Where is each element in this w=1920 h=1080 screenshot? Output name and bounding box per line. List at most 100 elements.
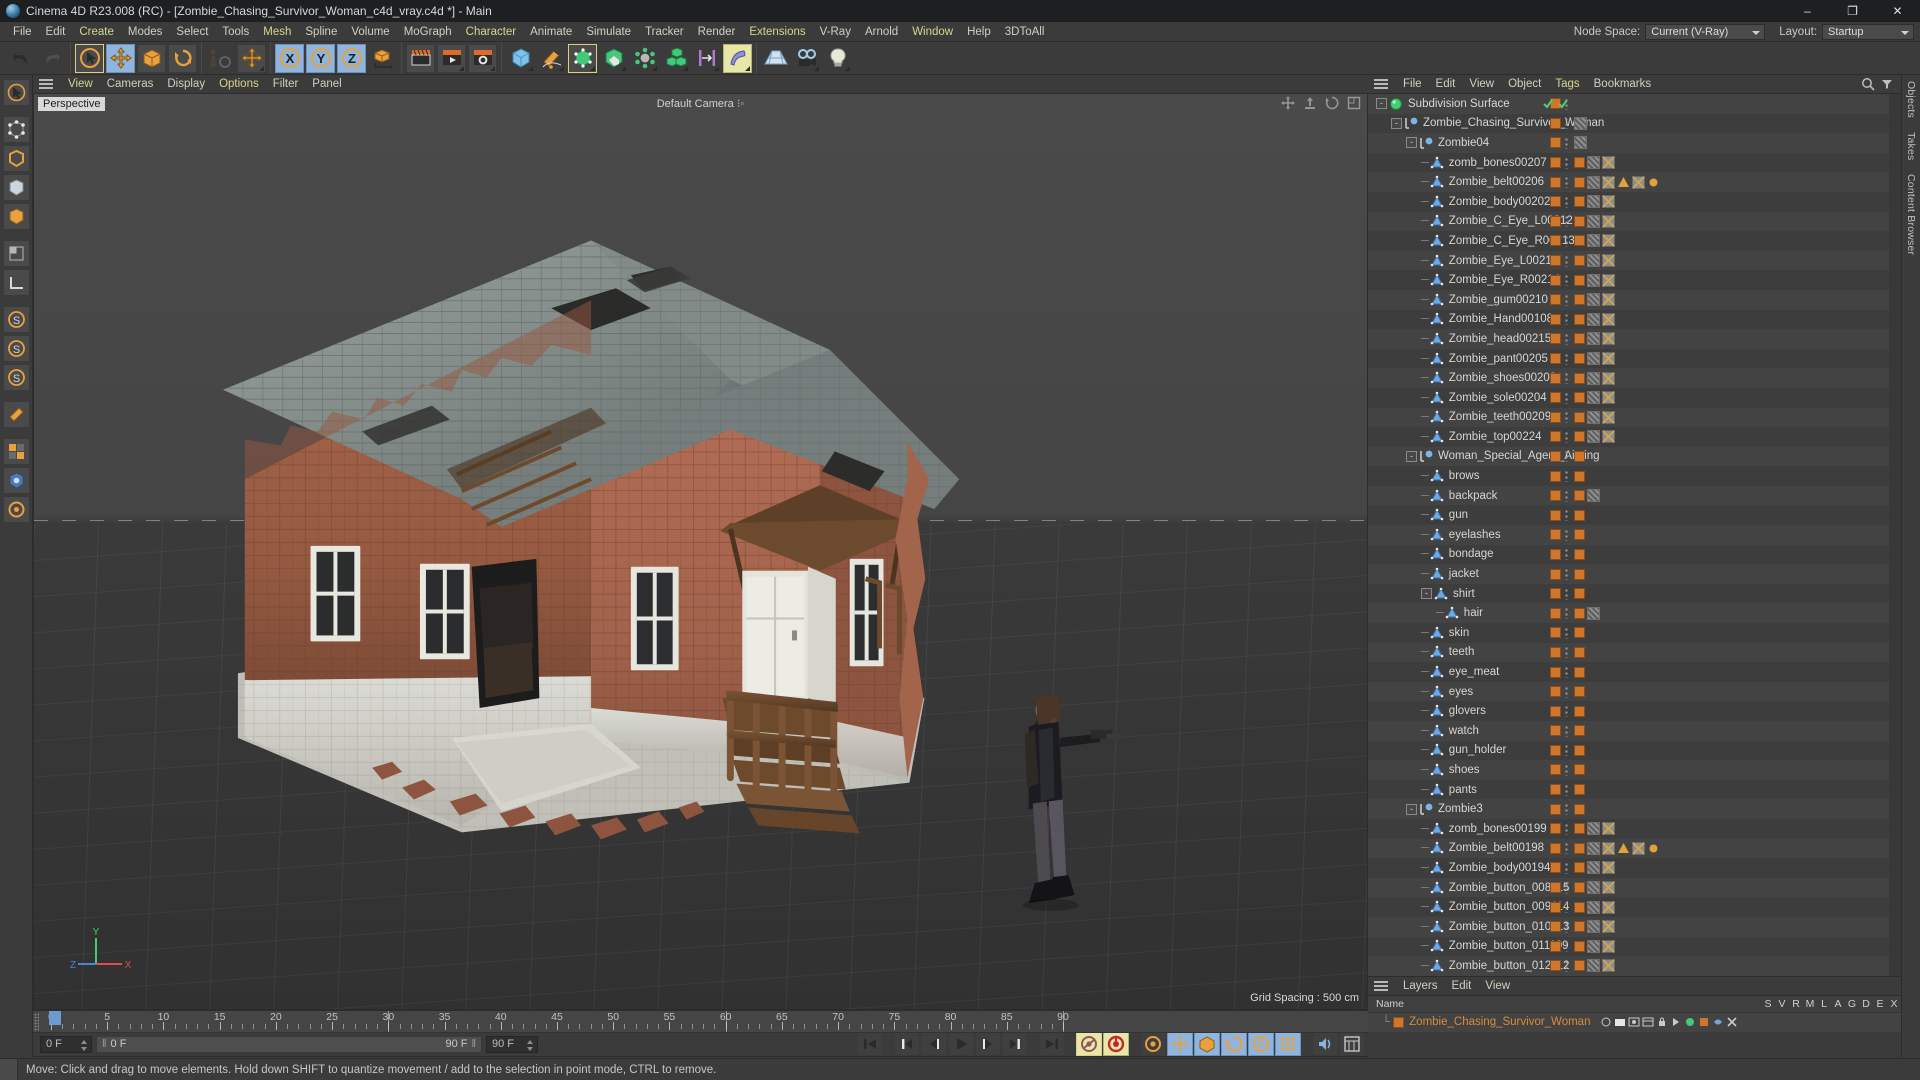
timeline-grip[interactable] (34, 1012, 39, 1031)
move-tool-button[interactable] (106, 43, 135, 73)
axis-y-button[interactable]: Y (306, 43, 335, 73)
layer-color-swatch[interactable] (1393, 1016, 1405, 1028)
object-color-swatch[interactable] (1550, 333, 1561, 345)
material-tag-icon[interactable] (1574, 725, 1585, 737)
coordinate-system-button[interactable] (368, 44, 397, 73)
object-color-swatch[interactable] (1550, 157, 1561, 169)
object-tree-row[interactable]: ─ Zombie_shoes00203 (1368, 368, 1901, 388)
object-tree-row[interactable]: - Woman_Special_Agent_Aiming (1368, 447, 1901, 467)
object-tree-row[interactable]: ─ bondage (1368, 544, 1901, 565)
phong-tag-icon[interactable] (1587, 881, 1600, 895)
weight-tag-icon[interactable] (1617, 176, 1630, 189)
material-tag-icon[interactable] (1574, 666, 1585, 678)
layer-manager-icon[interactable] (1642, 1016, 1654, 1028)
uv-tag-icon[interactable] (1602, 352, 1615, 366)
object-tree-row[interactable]: ─ Zombie_teeth00209 (1368, 408, 1901, 428)
scale-tool-button[interactable] (137, 43, 166, 73)
layer-solo-icon[interactable] (1600, 1016, 1612, 1028)
material-tag-icon[interactable] (1574, 509, 1585, 521)
material-tag-icon[interactable] (1574, 529, 1585, 541)
object-tree-row[interactable]: ─ pants (1368, 779, 1901, 800)
object-dots-icon[interactable] (1564, 783, 1569, 796)
viewport-menu-display[interactable]: Display (160, 78, 212, 90)
object-tree-row[interactable]: ─ Zombie_Eye_R00214 (1368, 270, 1901, 290)
layer-visible-icon[interactable] (1614, 1016, 1626, 1028)
object-dots-icon[interactable] (1564, 528, 1569, 541)
material-tag-icon[interactable] (1574, 686, 1585, 698)
object-dots-icon[interactable] (1564, 724, 1569, 737)
timeline-range-bar[interactable]: ‖ 0 F 90 F ‖ (96, 1035, 483, 1053)
object-color-swatch[interactable] (1550, 509, 1561, 521)
uv-tag-icon[interactable] (1602, 939, 1615, 953)
object-tree-row[interactable]: - shirt (1368, 583, 1901, 604)
object-tree-row[interactable]: ─ Zombie_body00202 (1368, 191, 1901, 212)
object-tree-row[interactable]: ─ Zombie_button_008115 (1368, 878, 1901, 898)
object-manager-menu-icon[interactable] (1374, 77, 1388, 91)
object-menu-bookmarks[interactable]: Bookmarks (1587, 78, 1659, 90)
object-dots-icon[interactable] (1564, 234, 1569, 247)
uv-tag-icon[interactable] (1602, 920, 1615, 934)
node-space-select[interactable]: Current (V-Ray) (1645, 23, 1766, 40)
go-to-end-button[interactable] (1039, 1032, 1066, 1057)
uv-tag-icon[interactable] (1602, 391, 1615, 405)
userdata-tag-icon[interactable] (1647, 176, 1660, 189)
object-dots-icon[interactable] (1564, 548, 1569, 561)
subdivision-enable-icons[interactable] (1543, 99, 1568, 109)
layout-select[interactable]: Startup (1822, 23, 1914, 40)
material-tag-icon[interactable] (1574, 431, 1585, 443)
range-grip-right[interactable]: ‖ (471, 1038, 476, 1050)
edges-mode-button[interactable] (2, 145, 30, 172)
material-tag-icon[interactable] (1574, 901, 1585, 913)
weight-tag-icon[interactable] (1617, 842, 1630, 855)
object-color-swatch[interactable] (1550, 411, 1561, 423)
object-tree-row[interactable]: ─ gun (1368, 505, 1901, 526)
light-object-button[interactable] (823, 44, 852, 73)
render-region-button[interactable] (437, 43, 466, 73)
object-tree-row[interactable]: ─ jacket (1368, 564, 1901, 584)
material-tag-icon[interactable] (1574, 607, 1585, 619)
polygons-mode-button[interactable] (2, 174, 30, 201)
object-tree-row[interactable]: ─ eye_meat (1368, 662, 1901, 682)
uv-tag-icon[interactable] (1602, 273, 1615, 287)
right-tab-takes[interactable]: Takes (1905, 132, 1917, 160)
material-tag-icon[interactable] (1574, 784, 1585, 796)
psr-lock-button[interactable]: PSR (206, 44, 235, 73)
object-tree-row[interactable]: ─ Zombie_top00224 (1368, 427, 1901, 447)
object-color-swatch[interactable] (1550, 784, 1561, 796)
object-dots-icon[interactable] (1564, 352, 1569, 365)
layers-menu-layers[interactable]: Layers (1396, 980, 1445, 992)
spinner-icon[interactable] (81, 1039, 88, 1051)
material-tag-icon[interactable] (1574, 392, 1585, 404)
spinner-icon[interactable] (527, 1039, 534, 1051)
search-icon[interactable] (1861, 77, 1875, 91)
material-tag-icon[interactable] (1574, 764, 1585, 776)
object-dots-icon[interactable] (1564, 920, 1569, 933)
uv-tag-icon[interactable] (1602, 312, 1615, 326)
material-tag-icon[interactable] (1574, 940, 1585, 952)
object-dots-icon[interactable] (1564, 822, 1569, 835)
position-key-button[interactable] (1167, 1032, 1194, 1057)
object-color-swatch[interactable] (1550, 960, 1561, 972)
menu-item-edit[interactable]: Edit (39, 22, 73, 42)
object-tree-row[interactable]: - Zombie_Chasing_Survivor_Woman (1368, 113, 1901, 134)
object-tree-row[interactable]: ─ teeth (1368, 643, 1901, 663)
object-color-swatch[interactable] (1550, 450, 1561, 462)
uv-tag-icon[interactable] (1602, 861, 1615, 875)
phong-tag-icon[interactable] (1587, 332, 1600, 346)
phong-tag-icon[interactable] (1587, 841, 1600, 855)
object-menu-view[interactable]: View (1462, 78, 1501, 90)
object-color-swatch[interactable] (1550, 842, 1561, 854)
autokeying-button[interactable] (1103, 1032, 1130, 1057)
layer-row[interactable]: └ Zombie_Chasing_Survivor_Woman (1368, 1012, 1901, 1032)
menu-item-mesh[interactable]: Mesh (256, 22, 298, 42)
menu-item-spline[interactable]: Spline (298, 22, 344, 42)
object-color-swatch[interactable] (1550, 568, 1561, 580)
object-dots-icon[interactable] (1564, 215, 1569, 228)
object-tree-row[interactable]: ─ Zombie_head00215 (1368, 329, 1901, 349)
viewport-menu-view[interactable]: View (61, 78, 100, 90)
floor-object-button[interactable] (761, 44, 790, 73)
object-tree-row[interactable]: ─ watch (1368, 721, 1901, 741)
object-color-swatch[interactable] (1550, 940, 1561, 952)
layout-grid-button[interactable] (2, 438, 30, 465)
object-dots-icon[interactable] (1564, 626, 1569, 639)
